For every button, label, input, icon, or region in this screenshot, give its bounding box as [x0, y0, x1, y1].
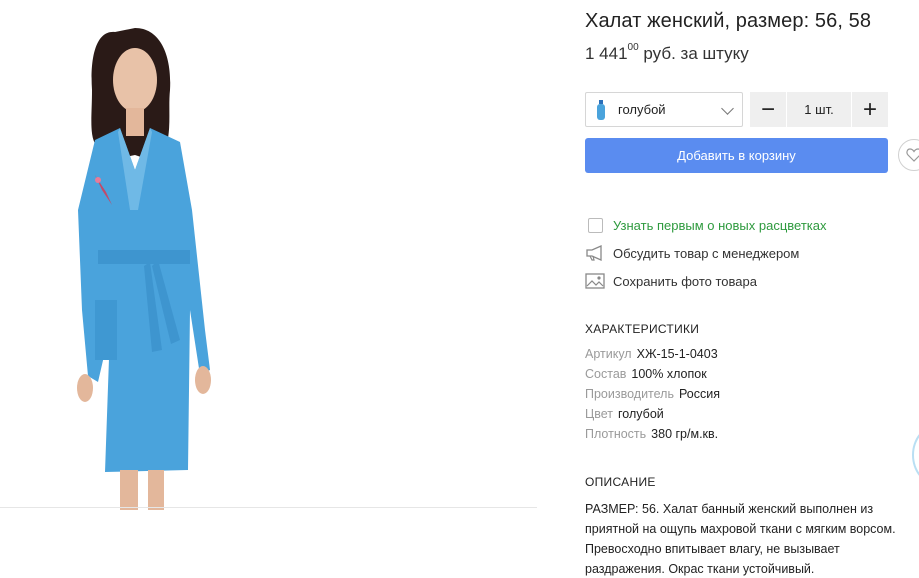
discuss-with-manager-option[interactable]: Обсудить товар с менеджером: [585, 244, 799, 262]
spec-key: Артикул: [585, 347, 632, 361]
quantity-minus-button[interactable]: −: [750, 92, 786, 127]
description-text: РАЗМЕР: 56. Халат банный женский выполне…: [585, 502, 896, 576]
photo-divider: [0, 507, 537, 508]
quantity-plus-button[interactable]: +: [852, 92, 888, 127]
product-photo[interactable]: [40, 10, 230, 510]
product-price: 1 44100 руб. за штуку: [585, 42, 749, 64]
characteristics-title: ХАРАКТЕРИСТИКИ: [585, 322, 700, 336]
color-select[interactable]: голубой: [585, 92, 743, 127]
spec-value: ХЖ-15-1-0403: [636, 347, 718, 361]
spec-value: Россия: [678, 387, 720, 401]
notify-new-colors-label: Узнать первым о новых расцветках: [613, 217, 827, 233]
checkbox[interactable]: [585, 216, 605, 234]
spec-value: 380 гр/м.кв.: [651, 427, 719, 441]
save-photo-option[interactable]: Сохранить фото товара: [585, 272, 757, 290]
favorite-button[interactable]: [898, 139, 919, 171]
spec-key: Производитель: [585, 387, 674, 401]
quantity-value[interactable]: 1 шт.: [787, 92, 851, 127]
spec-row: Состав 100% хлопок: [585, 367, 707, 381]
price-unit: руб. за штуку: [643, 44, 749, 63]
product-title: Халат женский, размер: 56, 58: [585, 10, 872, 32]
spec-row: Артикул ХЖ-15-1-0403: [585, 347, 718, 361]
spec-key: Плотность: [585, 427, 647, 441]
discuss-with-manager-label: Обсудить товар с менеджером: [613, 245, 800, 261]
spec-row: Цвет голубой: [585, 407, 664, 421]
price-cents: 00: [627, 42, 639, 54]
save-photo-label: Сохранить фото товара: [613, 273, 757, 289]
price-main: 1 441: [585, 44, 628, 63]
chevron-down-icon: [721, 102, 734, 115]
megaphone-icon: [585, 244, 605, 262]
bottle-icon: [597, 99, 605, 120]
notify-new-colors-option[interactable]: Узнать первым о новых расцветках: [585, 216, 826, 234]
add-to-cart-button[interactable]: Добавить в корзину: [585, 138, 888, 173]
product-photo-area: [0, 0, 537, 510]
spec-key: Цвет: [585, 407, 614, 421]
spec-key: Состав: [585, 367, 627, 381]
chat-widget[interactable]: [912, 425, 919, 485]
description-title: ОПИСАНИЕ: [585, 475, 656, 489]
heart-icon: [906, 148, 919, 162]
spec-row: Плотность 380 гр/м.кв.: [585, 427, 718, 441]
spec-value: 100% хлопок: [631, 367, 707, 381]
quantity-stepper: − 1 шт. +: [750, 92, 888, 127]
color-select-value: голубой: [618, 102, 666, 117]
spec-value: голубой: [618, 407, 664, 421]
image-icon: [585, 272, 605, 290]
spec-row: Производитель Россия: [585, 387, 720, 401]
